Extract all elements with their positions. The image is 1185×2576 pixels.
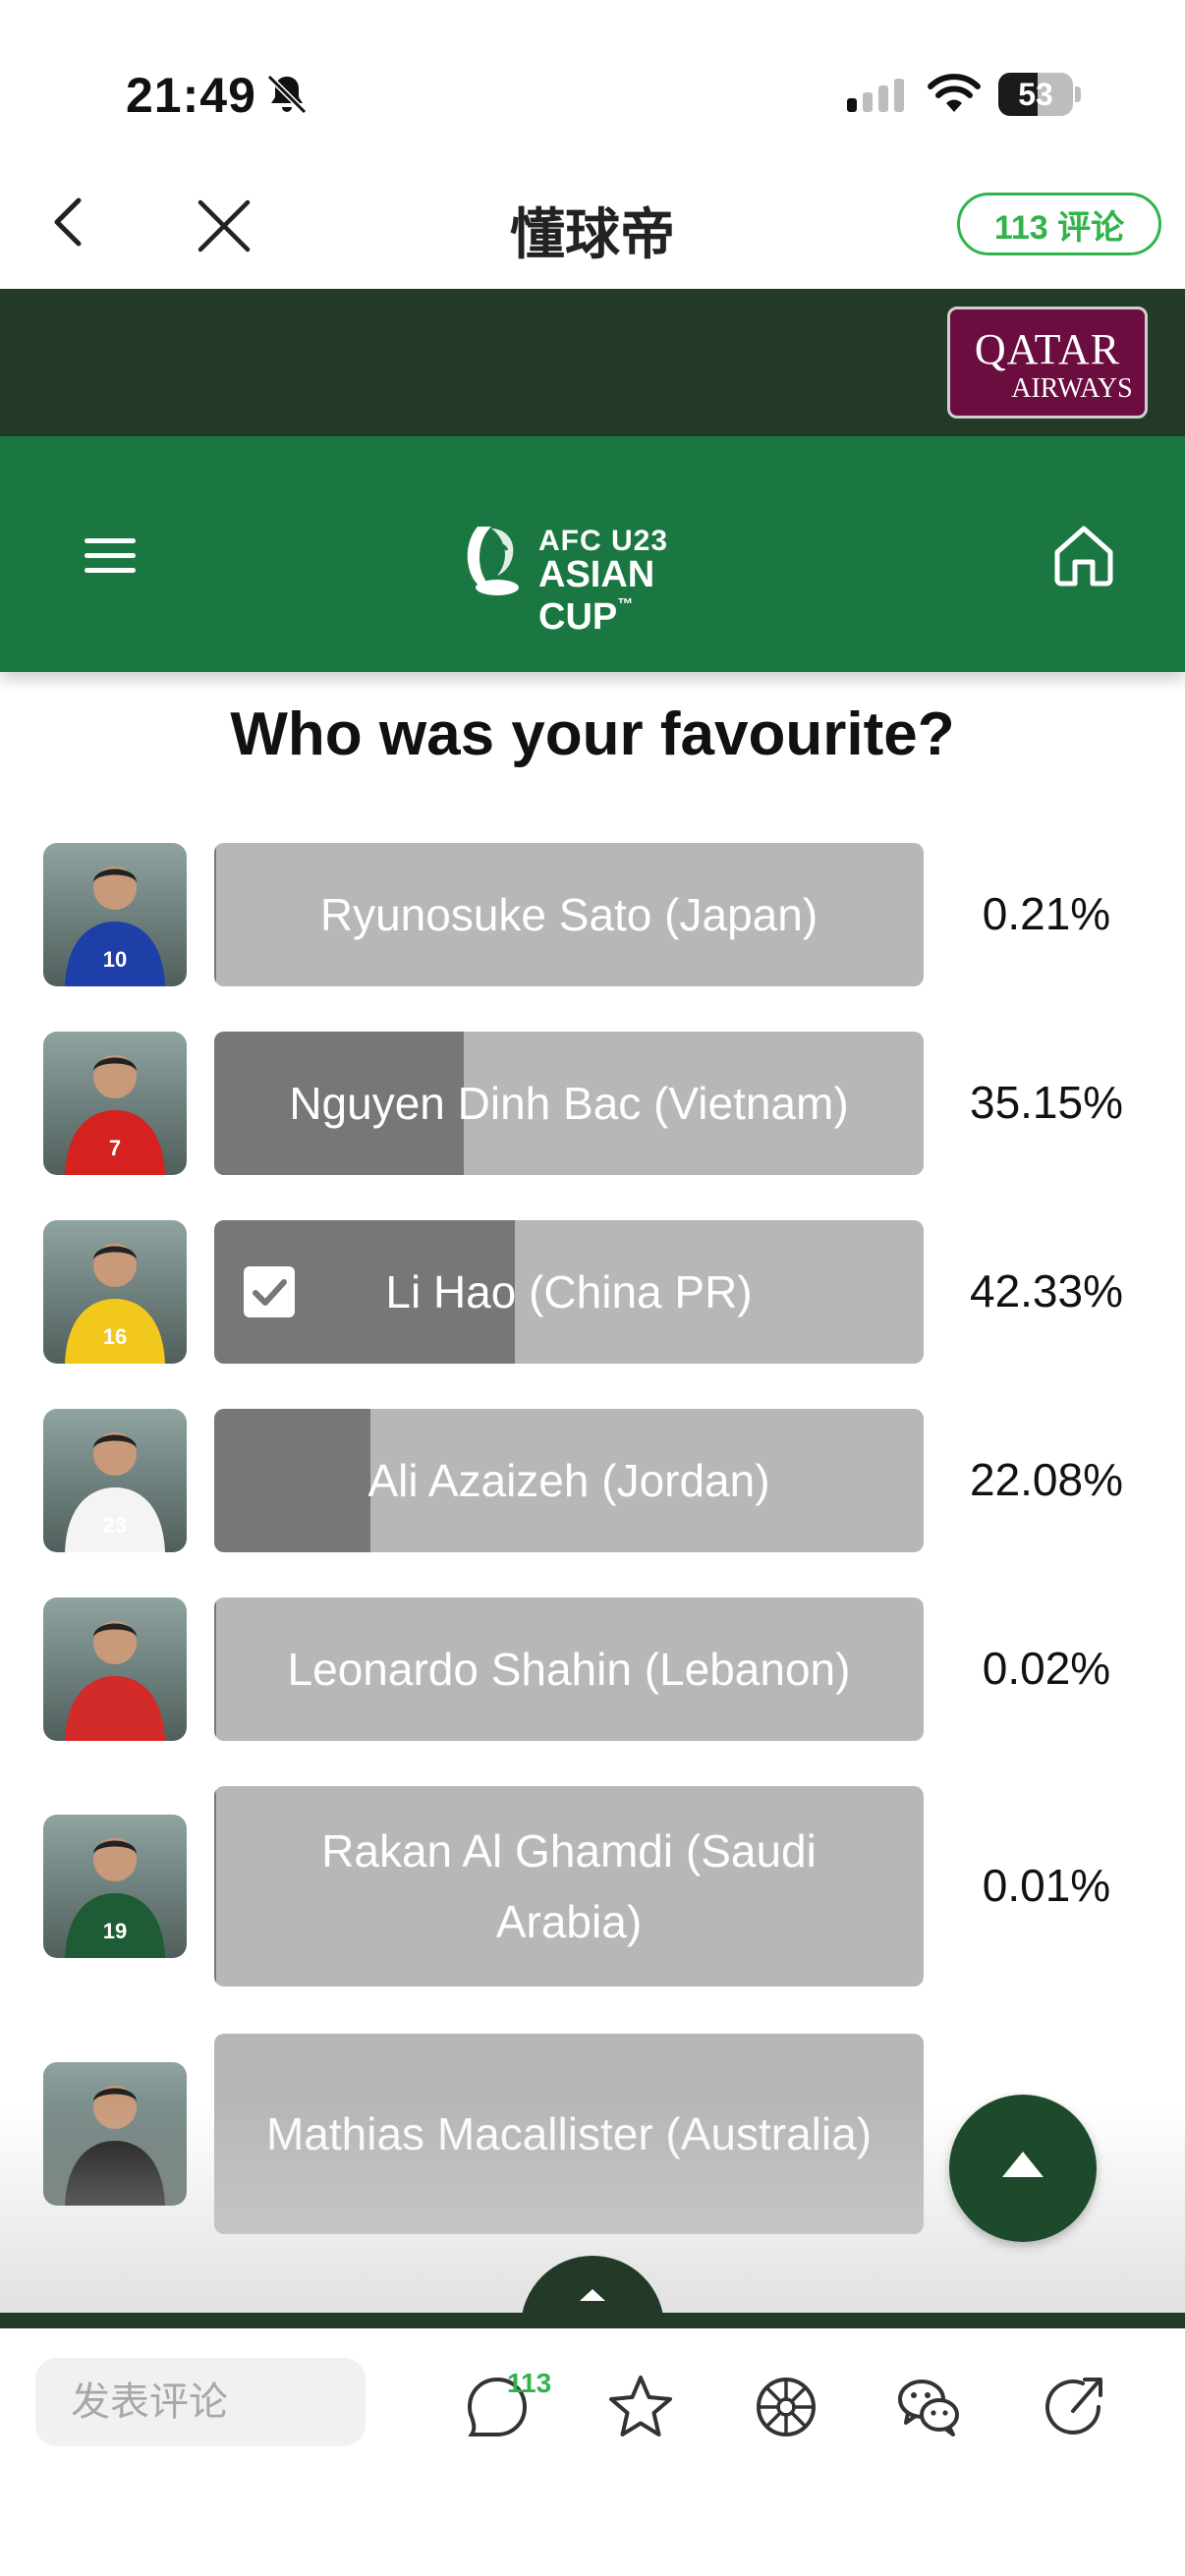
poll-option[interactable]: 10 Ryunosuke Sato (Japan) 0.21% xyxy=(0,843,1185,986)
poll-title: Who was your favourite? xyxy=(230,700,955,768)
home-icon[interactable] xyxy=(1051,523,1116,588)
poll-result-bar[interactable]: Ryunosuke Sato (Japan) xyxy=(214,843,924,986)
jersey-number: 7 xyxy=(109,1136,121,1160)
moments-share-icon[interactable] xyxy=(751,2372,821,2442)
status-time: 21:49 xyxy=(126,68,256,123)
sponsor-brand-line1: QATAR xyxy=(974,325,1121,373)
hamburger-menu-icon[interactable] xyxy=(83,536,138,576)
poll-option-percent: 42.33% xyxy=(969,1265,1123,1316)
poll-result-bar[interactable]: Nguyen Dinh Bac (Vietnam) xyxy=(214,1032,924,1175)
poll-option-label: Ryunosuke Sato (Japan) xyxy=(319,889,818,940)
status-bar: 21:49 53 xyxy=(0,0,1185,157)
player-photo: 23 xyxy=(43,1409,187,1552)
scroll-to-top-button[interactable] xyxy=(949,2095,1097,2242)
bell-muted-icon xyxy=(266,74,308,115)
poll-option[interactable]: 19 Rakan Al Ghamdi (Saudi Arabia) 0.01% xyxy=(0,1786,1185,1987)
jersey-number: 19 xyxy=(103,1919,127,1943)
sponsor-banner: QATAR AIRWAYS xyxy=(0,289,1185,436)
poll-result-bar[interactable]: Rakan Al Ghamdi (Saudi Arabia) xyxy=(214,1786,924,1987)
wechat-icon[interactable] xyxy=(894,2372,965,2442)
caret-up-icon xyxy=(580,2289,605,2301)
poll-option-label: Rakan Al Ghamdi (Saudi Arabia) xyxy=(321,1825,817,1947)
poll-option-label: Leonardo Shahin (Lebanon) xyxy=(287,1644,851,1695)
wifi-icon xyxy=(928,74,981,112)
site-header: AFC U23 ASIAN CUP™ xyxy=(0,436,1185,672)
poll-result-bar[interactable]: Li Hao (China PR) xyxy=(214,1220,924,1364)
player-photo: 16 xyxy=(43,1220,187,1364)
poll-result-bar[interactable]: Ali Azaizeh (Jordan) xyxy=(214,1409,924,1552)
afc-u23-asian-cup-logo[interactable]: AFC U23 ASIAN CUP™ xyxy=(458,519,753,638)
poll-option[interactable]: 7 Nguyen Dinh Bac (Vietnam) 35.15% xyxy=(0,1032,1185,1175)
player-photo: 7 xyxy=(43,1032,187,1175)
share-arrow-icon[interactable] xyxy=(1040,2372,1110,2442)
player-photo xyxy=(43,1597,187,1741)
poll-option[interactable]: 23 Ali Azaizeh (Jordan) 22.08% xyxy=(0,1409,1185,1552)
comment-count-badge: 113 xyxy=(507,2368,552,2398)
poll-option-percent: 35.15% xyxy=(969,1077,1123,1128)
poll-option[interactable]: Leonardo Shahin (Lebanon) 0.02% xyxy=(0,1597,1185,1741)
poll-result-bar[interactable]: Leonardo Shahin (Lebanon) xyxy=(214,1597,924,1741)
star-icon[interactable] xyxy=(605,2372,676,2442)
bottom-toolbar: 发表评论 113 xyxy=(0,2328,1185,2576)
poll-option-percent: 0.21% xyxy=(982,888,1111,939)
poll-option-label: Li Hao (China PR) xyxy=(385,1266,753,1317)
poll-option-percent: 22.08% xyxy=(969,1454,1123,1505)
trademark-mark: ™ xyxy=(617,596,634,613)
comment-input[interactable]: 发表评论 xyxy=(35,2358,366,2446)
expand-panel-tab[interactable] xyxy=(521,2256,664,2328)
player-photo: 19 xyxy=(43,1815,187,1958)
poll-option-label: Nguyen Dinh Bac (Vietnam) xyxy=(289,1078,849,1129)
trophy-icon xyxy=(467,527,519,595)
poll-result-bar[interactable]: Mathias Macallister (Australia) xyxy=(214,2034,924,2234)
jersey-number: 23 xyxy=(103,1513,127,1538)
jersey-number: 10 xyxy=(103,947,127,972)
sponsor-brand-line2: AIRWAYS xyxy=(1011,373,1133,404)
logo-line2: ASIAN CUP™ xyxy=(538,554,655,638)
battery-icon: 53 xyxy=(998,73,1081,116)
poll-option-percent: 0.02% xyxy=(982,1643,1111,1694)
battery-percent: 53 xyxy=(1018,77,1053,112)
arrow-up-icon xyxy=(1002,2152,1044,2177)
player-photo: 10 xyxy=(43,843,187,986)
logo-line1: AFC U23 xyxy=(538,525,669,557)
jersey-number: 16 xyxy=(103,1324,127,1349)
comments-count-button[interactable]: 113 评论 xyxy=(957,193,1161,255)
cellular-signal-icon xyxy=(847,79,904,112)
poll-option[interactable]: 16 Li Hao (China PR) 42.33% xyxy=(0,1220,1185,1364)
navigation-bar: 懂球帝 113 评论 xyxy=(0,157,1185,289)
poll-option-percent: 0.01% xyxy=(982,1860,1111,1911)
qatar-airways-logo[interactable]: QATAR AIRWAYS xyxy=(947,307,1148,419)
poll-option-label: Ali Azaizeh (Jordan) xyxy=(367,1455,770,1506)
poll-option-label: Mathias Macallister (Australia) xyxy=(265,2108,873,2159)
player-photo xyxy=(43,2062,187,2206)
